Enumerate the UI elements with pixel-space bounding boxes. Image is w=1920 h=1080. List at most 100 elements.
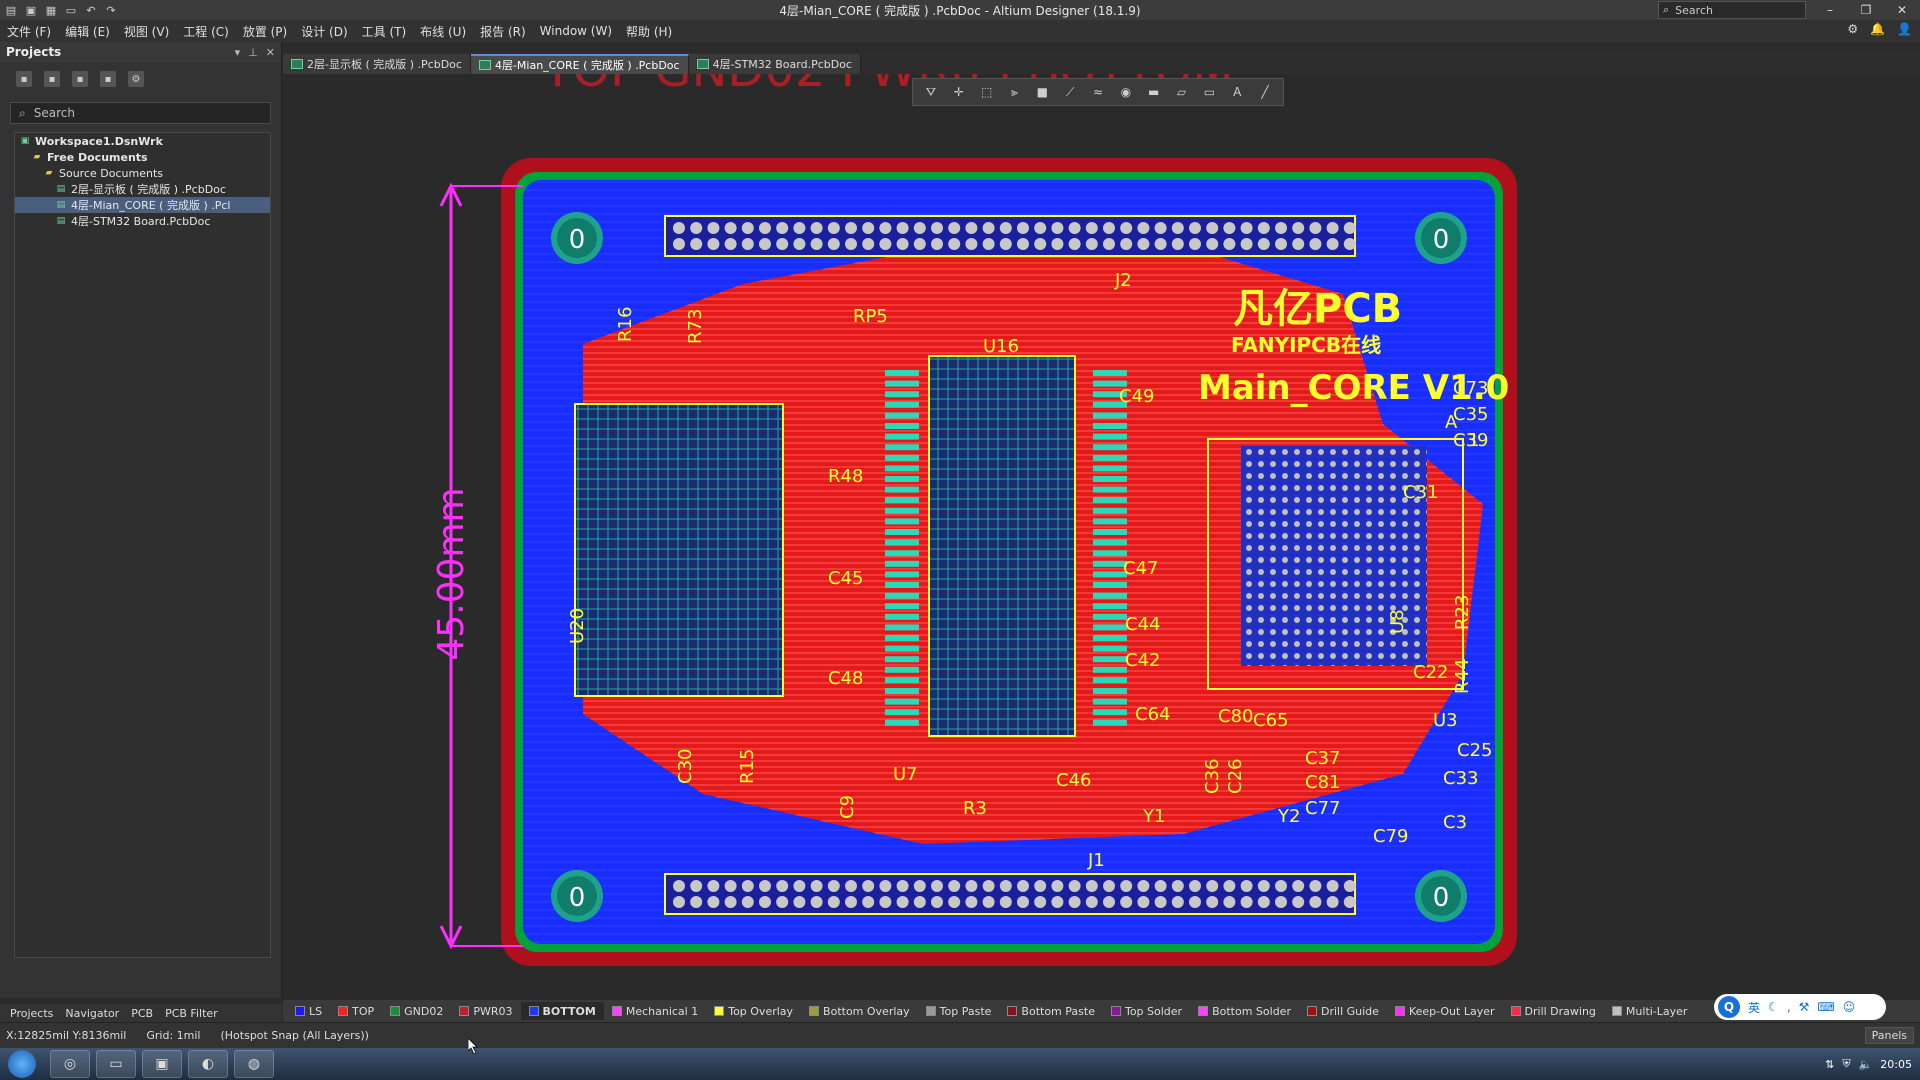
- document-tab[interactable]: 4层-Mian_CORE ( 完成版 ) .PcbDoc: [470, 54, 689, 74]
- layer-tab[interactable]: LS: [287, 1002, 330, 1020]
- menu-item[interactable]: 工具 (T): [355, 23, 414, 40]
- punct-icon[interactable]: ‚: [1787, 1000, 1791, 1014]
- close-icon[interactable]: ✕: [266, 46, 275, 59]
- restore-button[interactable]: ❐: [1848, 0, 1884, 20]
- gear-icon[interactable]: ⚙: [1847, 22, 1858, 36]
- route-icon[interactable]: ⟋: [1061, 83, 1079, 101]
- minimize-button[interactable]: –: [1812, 0, 1848, 20]
- fill-icon[interactable]: ▬: [1145, 83, 1163, 101]
- layer-tab[interactable]: Bottom Overlay: [801, 1002, 918, 1020]
- component-icon[interactable]: ■: [1033, 83, 1051, 101]
- layer-tab[interactable]: PWR03: [451, 1002, 520, 1020]
- menu-item[interactable]: 工程 (C): [176, 23, 236, 40]
- moon-icon[interactable]: ☾: [1768, 1000, 1779, 1014]
- smile-icon[interactable]: ☺: [1843, 1000, 1856, 1014]
- volume-icon[interactable]: 🔈: [1859, 1058, 1873, 1071]
- close-button[interactable]: ✕: [1884, 0, 1920, 20]
- layer-tab[interactable]: Multi-Layer: [1604, 1002, 1696, 1020]
- ime-widget[interactable]: Q 英 ☾ ‚ ⚒ ⌨ ☺: [1714, 994, 1886, 1020]
- layer-tab[interactable]: BOTTOM: [520, 1002, 604, 1020]
- clock[interactable]: 20:05: [1880, 1058, 1912, 1071]
- explorer-icon[interactable]: ▭: [96, 1050, 136, 1078]
- chip-pad: [885, 412, 919, 419]
- tree-item[interactable]: ▤ 4层-STM32 Board.PcbDoc: [15, 213, 270, 229]
- panel-menu-icon[interactable]: ▾: [235, 46, 241, 59]
- chat-icon[interactable]: ◍: [234, 1050, 274, 1078]
- tree-item[interactable]: ▤ 4层-Mian_CORE ( 完成版 ) .Pcl: [15, 197, 270, 213]
- tree-item[interactable]: ▰ Free Documents: [15, 149, 270, 165]
- via-icon[interactable]: ◉: [1117, 83, 1135, 101]
- menu-item[interactable]: 设计 (D): [294, 23, 354, 40]
- crosshair-icon[interactable]: ✛: [950, 83, 968, 101]
- layer-tab[interactable]: Bottom Paste: [999, 1002, 1103, 1020]
- line-icon[interactable]: ╱: [1256, 83, 1274, 101]
- remove-icon[interactable]: ▪: [100, 71, 116, 87]
- tree-item[interactable]: ▰ Source Documents: [15, 165, 270, 181]
- menu-item[interactable]: 文件 (F): [0, 23, 58, 40]
- region-icon[interactable]: ▱: [1173, 83, 1191, 101]
- panel-tab[interactable]: PCB Filter: [165, 1007, 218, 1020]
- panel-tab[interactable]: Navigator: [65, 1007, 119, 1020]
- keepout-icon[interactable]: ▭: [1200, 83, 1218, 101]
- tools-icon[interactable]: ⚒: [1799, 1000, 1810, 1014]
- panel-tab[interactable]: Projects: [10, 1007, 53, 1020]
- filter-icon[interactable]: ⛛: [922, 83, 940, 101]
- save-icon[interactable]: ▣: [24, 3, 38, 17]
- header-pin: [1137, 238, 1150, 250]
- layer-tab[interactable]: GND02: [382, 1002, 451, 1020]
- compile-icon[interactable]: ▪: [44, 71, 60, 87]
- menu-item[interactable]: 放置 (P): [236, 23, 294, 40]
- tree-item[interactable]: ▤ 2层-显示板 ( 完成版 ) .PcbDoc: [15, 181, 270, 197]
- menu-item[interactable]: Window (W): [533, 24, 619, 38]
- layer-tab[interactable]: TOP: [330, 1002, 382, 1020]
- menu-item[interactable]: 帮助 (H): [619, 23, 679, 40]
- menu-item[interactable]: 报告 (R): [473, 23, 533, 40]
- document-tab[interactable]: 4层-STM32 Board.PcbDoc: [688, 54, 861, 74]
- ime-language[interactable]: 英: [1748, 999, 1760, 1016]
- projects-search-input[interactable]: ⌕ Search: [10, 102, 271, 124]
- grid-readout: Grid: 1mil: [146, 1029, 201, 1042]
- menu-item[interactable]: 布线 (U): [413, 23, 473, 40]
- save-project-icon[interactable]: ▪: [16, 71, 32, 87]
- layer-tab[interactable]: Drill Drawing: [1503, 1002, 1604, 1020]
- start-button[interactable]: [0, 1048, 44, 1080]
- add-icon[interactable]: ▪: [72, 71, 88, 87]
- layer-tab[interactable]: Keep-Out Layer: [1387, 1002, 1503, 1020]
- settings-icon[interactable]: ⚙: [128, 71, 144, 87]
- layer-tab[interactable]: Bottom Solder: [1190, 1002, 1299, 1020]
- text-icon[interactable]: A: [1228, 83, 1246, 101]
- menu-item[interactable]: 视图 (V): [117, 23, 176, 40]
- header-pin: [1034, 238, 1047, 250]
- file-icon[interactable]: ▤: [4, 3, 18, 17]
- open-icon[interactable]: ▭: [64, 3, 78, 17]
- pin-icon[interactable]: ⊥: [248, 46, 258, 59]
- undo-icon[interactable]: ↶: [84, 3, 98, 17]
- app-icon[interactable]: ▣: [142, 1050, 182, 1078]
- menu-item[interactable]: 编辑 (E): [58, 23, 117, 40]
- component-designator: Y2: [1277, 806, 1300, 827]
- keyboard-icon[interactable]: ⌨: [1817, 1000, 1834, 1014]
- header-pin: [948, 896, 961, 908]
- network-icon[interactable]: ⇅: [1825, 1058, 1834, 1071]
- save-all-icon[interactable]: ▦: [44, 3, 58, 17]
- user-icon[interactable]: 👤: [1897, 22, 1912, 36]
- redo-icon[interactable]: ↷: [104, 3, 118, 17]
- panel-tab[interactable]: PCB: [131, 1007, 153, 1020]
- panels-button[interactable]: Panels: [1864, 1027, 1914, 1044]
- layer-tab[interactable]: Top Paste: [918, 1002, 1000, 1020]
- layer-tab[interactable]: Top Overlay: [706, 1002, 801, 1020]
- select-icon[interactable]: ⬚: [978, 83, 996, 101]
- layer-tab[interactable]: Top Solder: [1103, 1002, 1190, 1020]
- global-search-input[interactable]: ⌕ Search: [1658, 1, 1806, 19]
- layer-tab[interactable]: Drill Guide: [1299, 1002, 1387, 1020]
- pcb-canvas[interactable]: TOP GND02 PWR03 BOTTOM 0 0 0: [283, 74, 1920, 1000]
- layer-tab[interactable]: Mechanical 1: [604, 1002, 706, 1020]
- bell-icon[interactable]: 🔔: [1870, 22, 1885, 36]
- tree-item[interactable]: ▣ Workspace1.DsnWrk: [15, 133, 270, 149]
- shield-icon[interactable]: ⛨: [1842, 1057, 1850, 1071]
- document-tab[interactable]: 2层-显示板 ( 完成版 ) .PcbDoc: [283, 54, 471, 74]
- altium-icon[interactable]: ◐: [188, 1050, 228, 1078]
- chrome-icon[interactable]: ◎: [50, 1050, 90, 1078]
- diff-pair-icon[interactable]: ≈: [1089, 83, 1107, 101]
- align-icon[interactable]: ⫸: [1005, 83, 1023, 101]
